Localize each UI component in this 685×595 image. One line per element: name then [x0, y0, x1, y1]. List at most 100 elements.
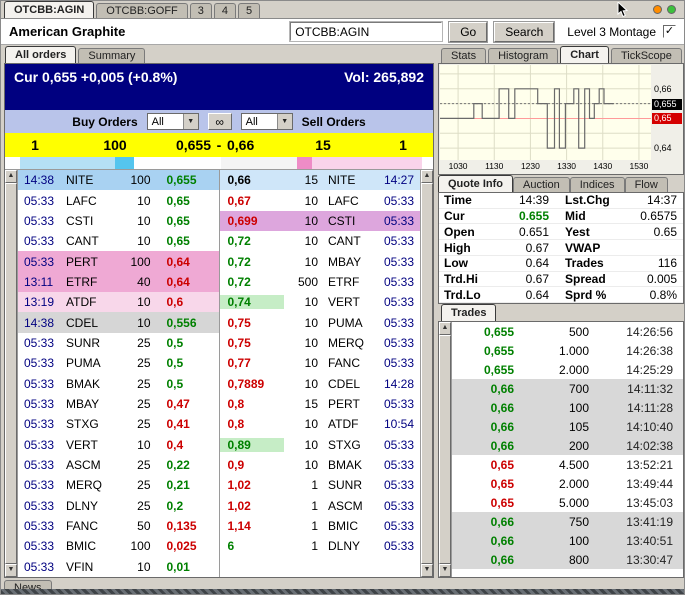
bottom-resize-strip — [1, 589, 684, 594]
ask-size: 10 — [284, 295, 327, 309]
order-row[interactable]: 05:33CSTI100,650,69910CSTI05:33 — [18, 211, 420, 231]
order-row[interactable]: 05:33LAFC100,650,6710LAFC05:33 — [18, 190, 420, 210]
order-row[interactable]: 05:33STXG250,410,810ATDF10:54 — [18, 414, 420, 434]
scrollbar-thumb[interactable] — [5, 183, 17, 564]
order-row[interactable]: 05:33ASCM250,220,910BMAK05:33 — [18, 455, 420, 475]
buy-filter-value: All — [152, 116, 164, 128]
order-row[interactable]: 13:19ATDF100,60,7410VERT05:33 — [18, 292, 420, 312]
depth-bar-segment — [115, 157, 134, 169]
quote-label: Yest — [555, 225, 613, 239]
order-row[interactable]: 05:33CANT100,650,7210CANT05:33 — [18, 231, 420, 251]
order-row[interactable]: 05:33PERT1000,640,7210MBAY05:33 — [18, 251, 420, 271]
order-row[interactable]: 05:33BMAK250,50,788910CDEL14:28 — [18, 373, 420, 393]
order-row[interactable]: 05:33VFIN100,01 — [18, 557, 420, 577]
scroll-down-arrow-icon[interactable]: ▼ — [421, 564, 433, 577]
trade-row[interactable]: 0,6670014:11:32 — [452, 379, 683, 398]
trade-row[interactable]: 0,6610514:10:40 — [452, 417, 683, 436]
buy-side: 05:33PERT1000,64 — [18, 251, 220, 271]
tab-flow[interactable]: Flow — [625, 177, 668, 192]
go-button[interactable]: Go — [449, 22, 487, 42]
buy-size: 25 — [110, 458, 159, 472]
scrollbar-thumb[interactable] — [439, 335, 451, 564]
scroll-down-arrow-icon[interactable]: ▼ — [439, 564, 451, 577]
tab-summary[interactable]: Summary — [78, 48, 145, 63]
window-dot-green-icon[interactable] — [667, 5, 676, 14]
tab-stats[interactable]: Stats — [441, 48, 486, 63]
trade-row[interactable]: 0,65550014:26:56 — [452, 322, 683, 341]
tab-indices[interactable]: Indices — [570, 177, 625, 192]
trade-row[interactable]: 0,652.00013:49:44 — [452, 474, 683, 493]
tab-label: OTCBB:GOFF — [106, 5, 178, 17]
order-row[interactable]: 05:33DLNY250,21,021ASCM05:33 — [18, 496, 420, 516]
quote-row: Time14:39Lst.Chg14:37 — [439, 193, 683, 209]
quote-row: Open0.651Yest0.65 — [439, 224, 683, 240]
buy-filter-select[interactable]: All ▼ — [147, 113, 199, 130]
order-row[interactable]: 05:33MERQ250,211,021SUNR05:33 — [18, 475, 420, 495]
order-row[interactable]: 05:33FANC500,1351,141BMIC05:33 — [18, 516, 420, 536]
trade-row[interactable]: 0,6551.00014:26:38 — [452, 341, 683, 360]
tab-5[interactable]: 5 — [238, 3, 260, 18]
ask-size: 1 — [284, 539, 327, 553]
depth-bar-segment — [221, 157, 297, 169]
trade-size: 4.500 — [518, 458, 599, 472]
level3-montage-checkbox[interactable]: ✓ — [663, 25, 676, 38]
tab-chart[interactable]: Chart — [560, 46, 609, 63]
sell-side: 0,810ATDF10:54 — [220, 414, 421, 434]
tab-trades[interactable]: Trades — [441, 304, 496, 321]
search-button[interactable]: Search — [494, 22, 554, 42]
trade-row[interactable]: 0,6675013:41:19 — [452, 512, 683, 531]
tab-tickscope[interactable]: TickScope — [611, 48, 682, 63]
chart-x-label: 1030 — [445, 161, 471, 171]
scroll-up-arrow-icon[interactable]: ▲ — [439, 322, 451, 335]
order-row[interactable]: 05:33MBAY250,470,815PERT05:33 — [18, 394, 420, 414]
order-row[interactable]: 13:11ETRF400,640,72500ETRF05:33 — [18, 272, 420, 292]
order-row[interactable]: 14:38NITE1000,6550,6615NITE14:27 — [18, 170, 420, 190]
scroll-down-arrow-icon[interactable]: ▼ — [5, 564, 17, 577]
order-row[interactable]: 05:33VERT100,40,8910STXG05:33 — [18, 434, 420, 454]
buy-size: 100 — [110, 255, 159, 269]
order-row[interactable]: 14:38CDEL100,5560,7510PUMA05:33 — [18, 312, 420, 332]
order-row[interactable]: 05:33SUNR250,50,7510MERQ05:33 — [18, 333, 420, 353]
tab-otcbb-goff[interactable]: OTCBB:GOFF — [96, 3, 188, 18]
chart-x-label: 1430 — [590, 161, 616, 171]
trade-row[interactable]: 0,6610013:40:51 — [452, 531, 683, 550]
scrollbar-thumb[interactable] — [421, 183, 433, 564]
scroll-up-arrow-icon[interactable]: ▲ — [421, 170, 433, 183]
trade-time: 14:10:40 — [599, 420, 683, 434]
trade-row[interactable]: 0,6610014:11:28 — [452, 398, 683, 417]
tab-4[interactable]: 4 — [214, 3, 236, 18]
tab-histogram[interactable]: Histogram — [488, 48, 558, 63]
buy-scrollbar[interactable]: ▲ ▼ — [5, 170, 18, 577]
ask-size: 10 — [284, 336, 327, 350]
trade-row[interactable]: 0,6680013:30:47 — [452, 550, 683, 569]
trade-row[interactable]: 0,654.50013:52:21 — [452, 455, 683, 474]
tab-auction[interactable]: Auction — [513, 177, 570, 192]
trade-row[interactable]: 0,655.00013:45:03 — [452, 493, 683, 512]
buy-side: 05:33VERT100,4 — [18, 434, 220, 454]
sell-side: 0,7210MBAY05:33 — [220, 251, 421, 271]
quote-label: High — [439, 241, 491, 255]
sell-filter-select[interactable]: All ▼ — [241, 113, 293, 130]
symbol-input[interactable] — [290, 22, 442, 41]
order-row[interactable]: 05:33BMIC1000,02561DLNY05:33 — [18, 536, 420, 556]
chevron-down-icon[interactable]: ▼ — [277, 114, 292, 129]
tab-label: Stats — [451, 50, 476, 62]
chart-y-axis: 0,660,6550,650,64 — [652, 65, 683, 160]
ask-time: 14:27 — [374, 173, 420, 187]
chevron-down-icon[interactable]: ▼ — [183, 114, 198, 129]
window-dot-orange-icon[interactable] — [653, 5, 662, 14]
trade-row[interactable]: 0,6620014:02:38 — [452, 436, 683, 455]
tab-quote-info[interactable]: Quote Info — [438, 175, 513, 192]
sell-scrollbar[interactable]: ▲ ▼ — [420, 170, 433, 577]
link-sides-button[interactable]: ∞ — [208, 113, 232, 130]
buy-size: 25 — [110, 397, 159, 411]
trade-row[interactable]: 0,6552.00014:25:29 — [452, 360, 683, 379]
scroll-up-arrow-icon[interactable]: ▲ — [5, 170, 17, 183]
tab-3[interactable]: 3 — [190, 3, 212, 18]
tab-otcbb-agin[interactable]: OTCBB:AGIN — [4, 1, 94, 18]
trades-scrollbar[interactable]: ▲ ▼ — [439, 322, 452, 577]
trade-size: 105 — [518, 420, 599, 434]
buy-time: 05:33 — [18, 499, 64, 513]
order-row[interactable]: 05:33PUMA250,50,7710FANC05:33 — [18, 353, 420, 373]
tab-all-orders[interactable]: All orders — [5, 46, 76, 63]
